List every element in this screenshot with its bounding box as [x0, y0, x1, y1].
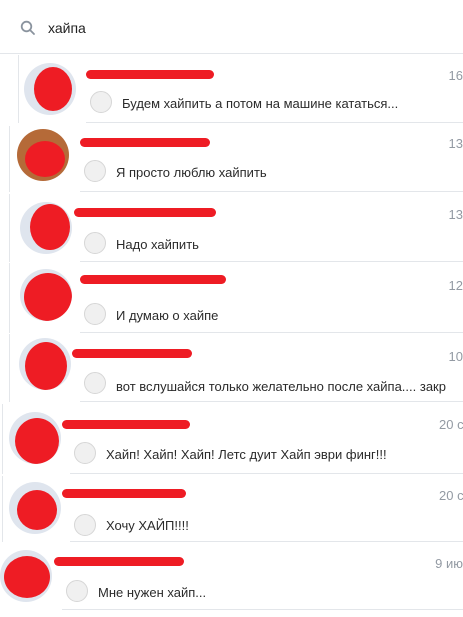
sender-avatar: [84, 160, 106, 182]
sender-avatar: [74, 514, 96, 536]
search-input[interactable]: хайпа: [48, 20, 86, 36]
message-date: 9 ию: [435, 556, 463, 571]
message-snippet: Надо хайпить: [116, 237, 199, 252]
message-snippet: И думаю о хайпе: [116, 308, 219, 323]
sender-avatar: [84, 372, 106, 394]
conversation-item[interactable]: 10 вот вслушайся только желательно после…: [0, 334, 463, 402]
redacted-contact-name: [86, 70, 214, 79]
sender-avatar: [66, 580, 88, 602]
redacted-contact-name: [80, 275, 226, 284]
sender-avatar: [74, 442, 96, 464]
message-snippet: Будем хайпить а потом на машине кататься…: [122, 96, 399, 111]
avatar: [19, 338, 71, 390]
avatar: [0, 550, 52, 602]
avatar: [20, 269, 72, 321]
message-date: 20 с: [439, 417, 463, 432]
message-snippet: вот вслушайся только желательно после ха…: [116, 379, 446, 394]
sender-avatar: [84, 303, 106, 325]
redacted-contact-name: [72, 349, 192, 358]
search-bar[interactable]: хайпа: [0, 0, 463, 54]
conversation-item[interactable]: 13 Надо хайпить: [0, 194, 463, 262]
avatar: [17, 129, 69, 181]
message-snippet: Мне нужен хайп...: [98, 585, 207, 600]
message-date: 12: [448, 278, 463, 293]
message-snippet: Я просто люблю хайпить: [116, 165, 267, 180]
redacted-contact-name: [62, 489, 186, 498]
conversation-item[interactable]: 12 И думаю о хайпе: [0, 263, 463, 333]
avatar: [24, 63, 76, 115]
message-date: 13: [448, 207, 463, 222]
sender-avatar: [90, 91, 112, 113]
message-date: 20 с: [439, 488, 463, 503]
conversation-item[interactable]: 20 с Хайп! Хайп! Хайп! Летс дуит Хайп эв…: [0, 404, 463, 474]
avatar: [20, 202, 72, 254]
conversation-item[interactable]: 13 Я просто люблю хайпить: [0, 126, 463, 192]
redacted-contact-name: [62, 420, 190, 429]
sender-avatar: [84, 232, 106, 254]
redacted-contact-name: [54, 557, 184, 566]
conversation-item[interactable]: 20 с Хочу ХАЙП!!!!: [0, 476, 463, 542]
avatar: [9, 482, 61, 534]
message-snippet: Хочу ХАЙП!!!!: [106, 518, 189, 533]
message-date: 10: [448, 349, 463, 364]
message-date: 13: [448, 136, 463, 151]
message-date: 16: [448, 68, 463, 83]
conversation-item[interactable]: 16 Будем хайпить а потом на машине катат…: [0, 55, 463, 123]
redacted-contact-name: [80, 138, 210, 147]
redacted-contact-name: [74, 208, 216, 217]
conversation-item[interactable]: 9 ию Мне нужен хайп...: [0, 544, 463, 610]
message-snippet: Хайп! Хайп! Хайп! Летс дуит Хайп эври фи…: [106, 447, 387, 462]
search-icon: [20, 20, 35, 35]
avatar: [9, 412, 61, 464]
